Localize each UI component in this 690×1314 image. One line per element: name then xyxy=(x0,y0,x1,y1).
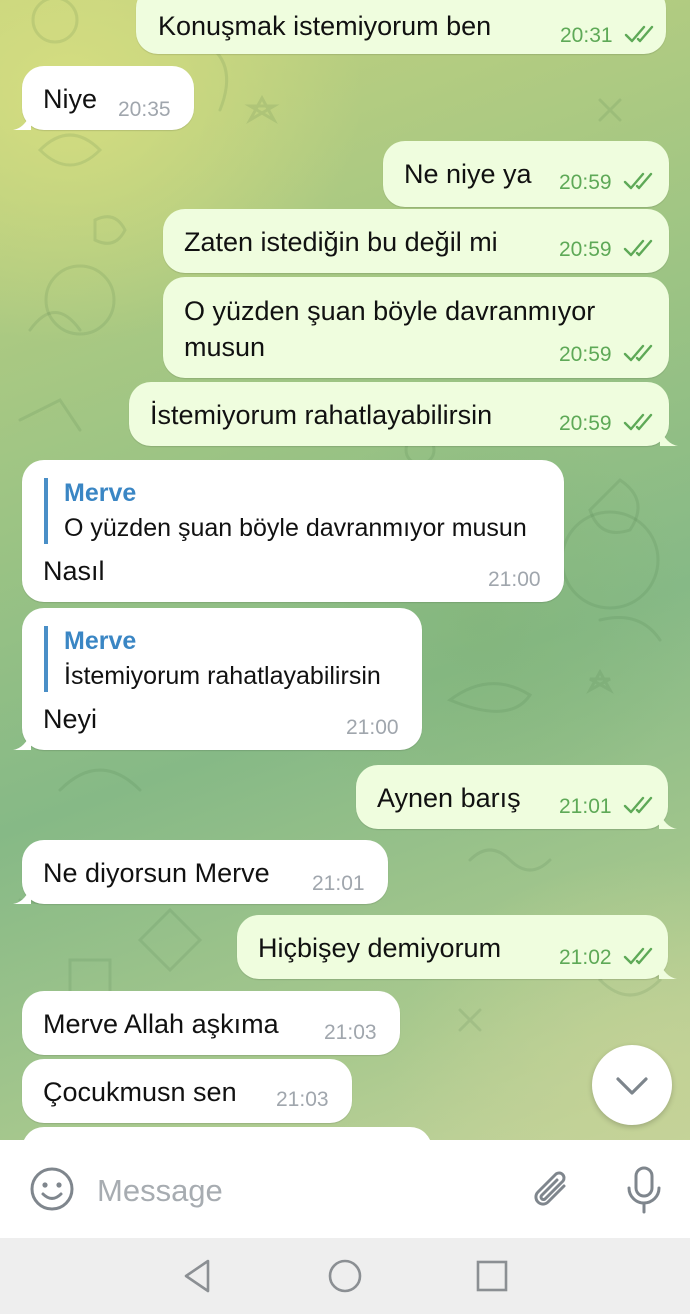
incoming-reply-message[interactable]: Merve İstemiyorum rahatlayabilirsin Neyi… xyxy=(13,608,422,750)
message-input[interactable]: Message xyxy=(97,1173,223,1209)
reply-author: Merve xyxy=(64,479,137,507)
recents-square-icon[interactable] xyxy=(472,1256,512,1296)
microphone-icon[interactable] xyxy=(620,1164,668,1216)
message-text: Niye xyxy=(43,84,98,114)
message-time: 21:03 xyxy=(324,1021,377,1044)
bubble-tail xyxy=(660,428,678,446)
paperclip-icon[interactable] xyxy=(528,1166,576,1214)
reply-author: Merve xyxy=(64,627,137,655)
bubble-tail xyxy=(659,961,677,979)
incoming-message[interactable]: Ne diyorsun Merve 21:01 xyxy=(13,840,388,904)
message-time: 20:35 xyxy=(118,98,171,121)
system-navigation-bar xyxy=(0,1238,690,1314)
incoming-message-partial[interactable] xyxy=(22,1127,432,1140)
reply-text: O yüzden şuan böyle davranmıyor musun xyxy=(64,514,527,542)
double-check-icon xyxy=(623,796,653,814)
message-text-line: O yüzden şuan böyle davranmıyor xyxy=(184,296,596,326)
reply-text: İstemiyorum rahatlayabilirsin xyxy=(64,662,381,690)
bubble-tail xyxy=(13,732,31,750)
message-text: Aynen barış xyxy=(377,783,521,813)
message-time: 21:02 xyxy=(559,946,612,969)
message-text: Hiçbişey demiyorum xyxy=(258,933,502,963)
incoming-message[interactable]: Merve Allah aşkıma 21:03 xyxy=(22,991,400,1055)
double-check-icon xyxy=(624,25,654,43)
outgoing-message[interactable]: Ne niye ya 20:59 xyxy=(383,141,669,207)
message-time: 21:01 xyxy=(312,872,365,895)
chevron-down-icon xyxy=(616,1077,648,1095)
chat-background: Konuşmak istemiyorum ben 20:31 Niye 20:3… xyxy=(0,0,690,1140)
outgoing-message[interactable]: Hiçbişey demiyorum 21:02 xyxy=(237,915,677,979)
message-text: Ne diyorsun Merve xyxy=(43,858,270,888)
double-check-icon xyxy=(623,413,653,431)
outgoing-message[interactable]: İstemiyorum rahatlayabilirsin 20:59 xyxy=(129,382,678,446)
double-check-icon xyxy=(623,947,653,965)
message-time: 21:00 xyxy=(488,568,541,591)
message-text: İstemiyorum rahatlayabilirsin xyxy=(150,400,493,430)
incoming-message[interactable]: Niye 20:35 xyxy=(13,66,194,130)
message-time: 21:01 xyxy=(559,795,612,818)
reply-quote[interactable]: Merve İstemiyorum rahatlayabilirsin xyxy=(44,626,381,692)
message-text: Nasıl xyxy=(43,556,105,586)
message-time: 20:31 xyxy=(560,24,613,47)
message-time: 21:03 xyxy=(276,1088,329,1111)
bubble-tail xyxy=(659,811,677,829)
incoming-reply-message[interactable]: Merve O yüzden şuan böyle davranmıyor mu… xyxy=(22,460,564,602)
outgoing-message[interactable]: O yüzden şuan böyle davranmıyor musun 20… xyxy=(163,277,669,378)
double-check-icon xyxy=(623,172,653,190)
incoming-message[interactable]: Çocukmusn sen 21:03 xyxy=(22,1059,352,1123)
message-time: 20:59 xyxy=(559,171,612,194)
message-text: Konuşmak istemiyorum ben xyxy=(158,11,492,41)
outgoing-message[interactable]: Aynen barış 21:01 xyxy=(356,765,677,829)
message-text: Neyi xyxy=(43,704,98,734)
message-text-line: musun xyxy=(184,332,266,362)
bubble-tail xyxy=(13,886,31,904)
home-circle-icon[interactable] xyxy=(325,1256,365,1296)
outgoing-message[interactable]: Zaten istediğin bu değil mi 20:59 xyxy=(163,209,669,273)
message-time: 20:59 xyxy=(559,412,612,435)
bubble-tail xyxy=(13,112,31,130)
message-text: Ne niye ya xyxy=(404,159,532,189)
message-time: 20:59 xyxy=(559,343,612,366)
message-time: 21:00 xyxy=(346,716,399,739)
back-triangle-icon[interactable] xyxy=(178,1256,218,1296)
smile-icon[interactable] xyxy=(28,1165,76,1213)
message-time: 20:59 xyxy=(559,238,612,261)
message-text: Merve Allah aşkıma xyxy=(43,1009,279,1039)
double-check-icon xyxy=(623,239,653,257)
double-check-icon xyxy=(623,344,653,362)
message-text: Zaten istediğin bu değil mi xyxy=(184,227,498,257)
reply-quote[interactable]: Merve O yüzden şuan böyle davranmıyor mu… xyxy=(44,478,527,544)
scroll-to-bottom-button[interactable] xyxy=(592,1045,672,1125)
outgoing-message[interactable]: Konuşmak istemiyorum ben 20:31 xyxy=(136,0,666,54)
message-text: Çocukmusn sen xyxy=(43,1077,237,1107)
